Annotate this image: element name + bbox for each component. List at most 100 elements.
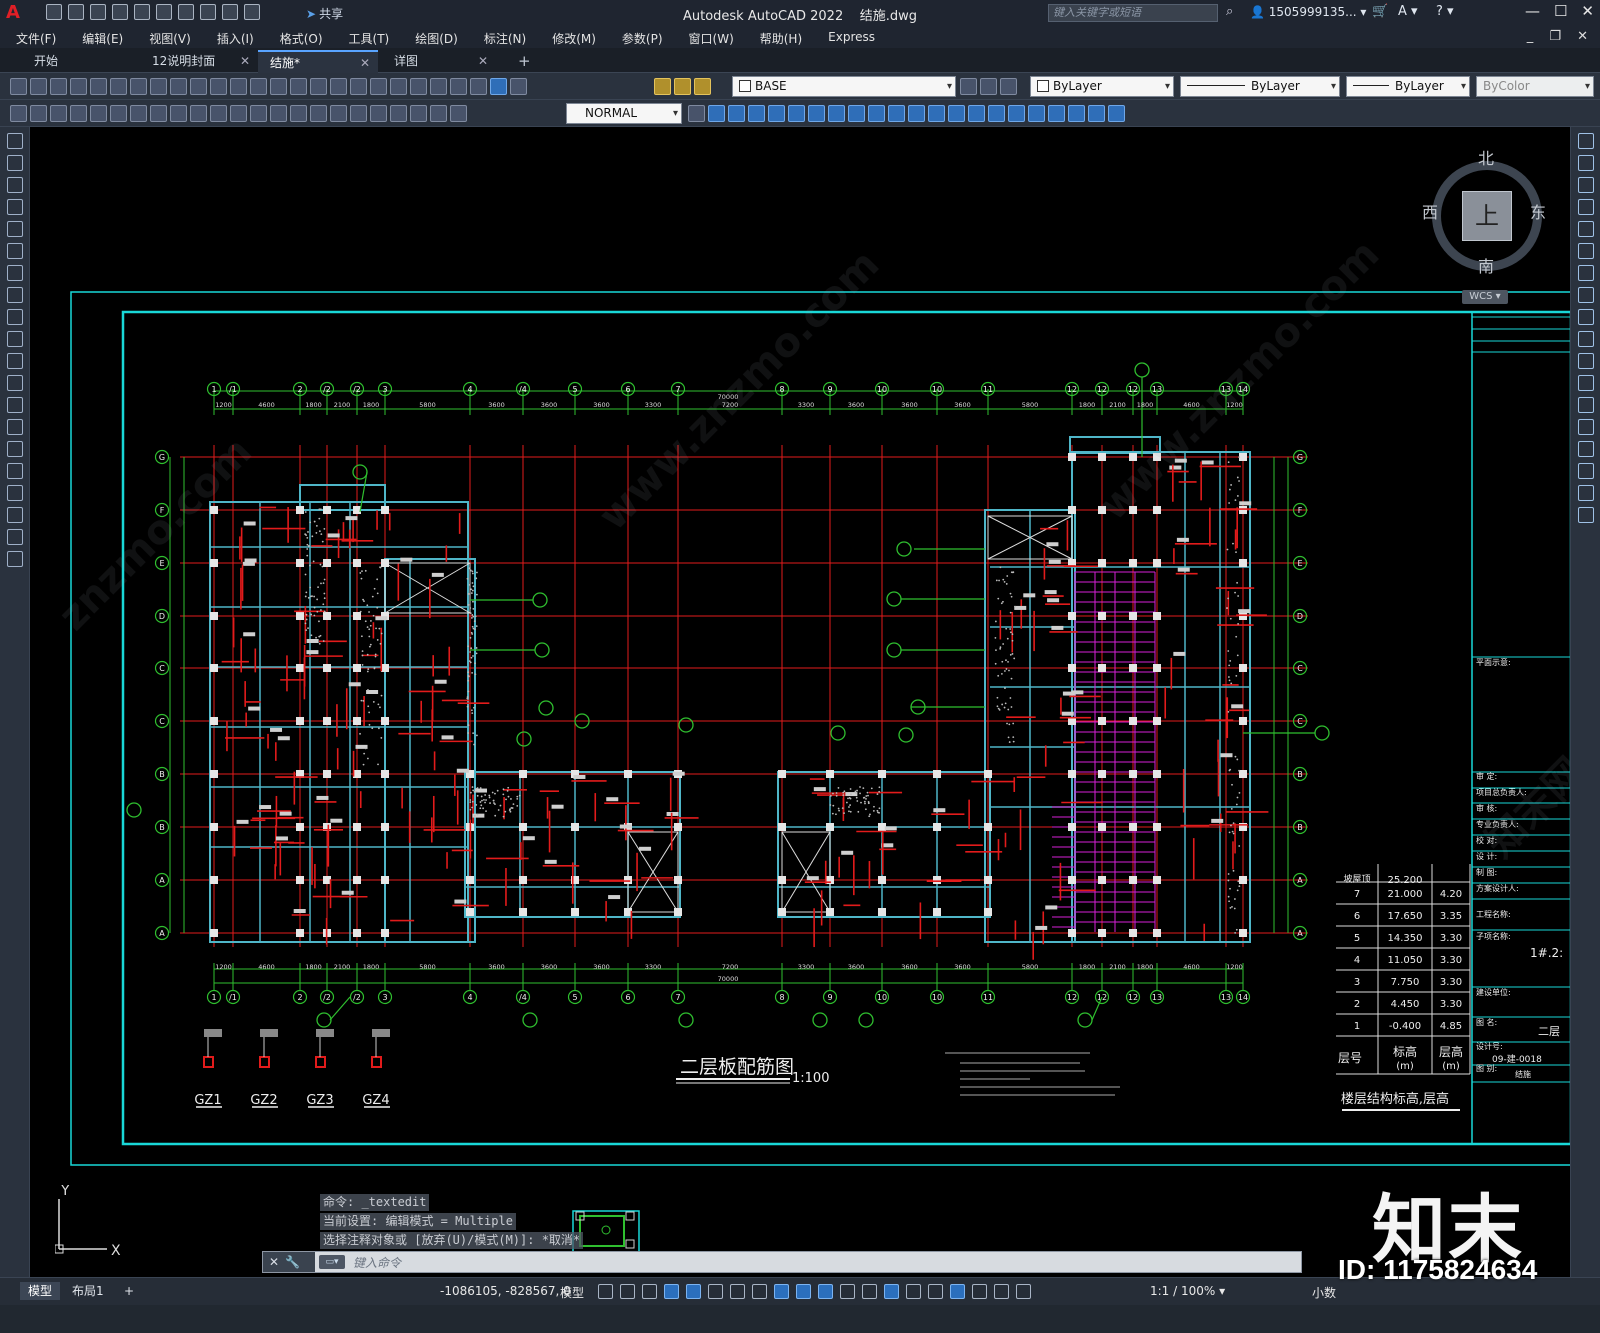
polar-icon[interactable] — [708, 1284, 723, 1299]
copy-object-icon[interactable] — [728, 105, 745, 122]
save-as-icon[interactable] — [112, 4, 128, 20]
gradient-icon[interactable] — [7, 463, 23, 479]
layer-icon[interactable] — [10, 105, 27, 122]
new-tab-button[interactable]: + — [506, 50, 536, 73]
layer-dropdown[interactable]: BASE ▾ — [732, 76, 956, 97]
menu-item[interactable]: 帮助(H) — [760, 30, 802, 47]
publish-icon[interactable] — [110, 78, 127, 95]
isodraft-icon[interactable] — [730, 1284, 745, 1299]
menu-item[interactable]: 插入(I) — [217, 30, 254, 47]
publish-icon[interactable] — [156, 4, 172, 20]
trim-icon[interactable] — [888, 105, 905, 122]
inspect-icon[interactable] — [370, 105, 387, 122]
print-icon[interactable] — [70, 78, 87, 95]
join-icon[interactable] — [1578, 419, 1594, 435]
maximize-icon[interactable]: ☐ — [1554, 2, 1567, 20]
sheet-set-icon[interactable] — [430, 78, 447, 95]
tab-model[interactable]: 模型 — [20, 1282, 61, 1300]
menu-item[interactable]: 参数(P) — [622, 30, 663, 47]
command-line-controls[interactable]: ✕🔧 — [263, 1252, 315, 1272]
layer-off-icon[interactable] — [50, 105, 67, 122]
extend-icon[interactable] — [1578, 353, 1594, 369]
quick-dim-icon[interactable] — [230, 105, 247, 122]
menu-item[interactable]: 视图(V) — [149, 30, 191, 47]
help-icon[interactable]: ? ▾ — [1436, 4, 1454, 19]
break-point-icon[interactable] — [1578, 375, 1594, 391]
array-icon[interactable] — [788, 105, 805, 122]
cut-icon[interactable] — [150, 78, 167, 95]
paste-icon[interactable] — [190, 78, 207, 95]
erase-icon[interactable] — [1578, 133, 1594, 149]
viewcube[interactable]: 上 北 南 西 东 WCS ▾ — [1422, 149, 1548, 309]
center-mark-icon[interactable] — [350, 105, 367, 122]
move-icon[interactable] — [808, 105, 825, 122]
menu-item[interactable]: 工具(T) — [349, 30, 390, 47]
draw-order-icon[interactable] — [1028, 105, 1045, 122]
point-icon[interactable] — [7, 419, 23, 435]
workspace-icon[interactable] — [244, 4, 260, 20]
undo-icon[interactable] — [200, 4, 216, 20]
dim-space-icon[interactable] — [290, 105, 307, 122]
baseline-icon[interactable] — [250, 105, 267, 122]
tab-layout1[interactable]: 布局1 — [64, 1282, 112, 1300]
workspace-icon[interactable] — [1016, 1284, 1031, 1299]
send-back-icon[interactable] — [1068, 105, 1085, 122]
close-icon[interactable]: ✕ — [478, 50, 488, 72]
diameter-icon[interactable] — [190, 105, 207, 122]
scale-icon[interactable] — [1578, 287, 1594, 303]
construction-line-icon[interactable] — [7, 155, 23, 171]
block-editor-icon[interactable] — [230, 78, 247, 95]
menu-item[interactable]: 格式(O) — [280, 30, 323, 47]
spline-icon[interactable] — [7, 309, 23, 325]
open-icon[interactable] — [68, 4, 84, 20]
coordinate-readout[interactable]: -1086105, -828567, 0 — [440, 1284, 571, 1298]
open-icon[interactable] — [30, 78, 47, 95]
ellipse-arc-icon[interactable] — [7, 353, 23, 369]
line-icon[interactable] — [7, 133, 23, 149]
tool-palettes-icon[interactable] — [410, 78, 427, 95]
explode-icon[interactable] — [1578, 507, 1594, 523]
extend-icon[interactable] — [908, 105, 925, 122]
command-line[interactable]: ✕🔧 ▭▾ 键入命令 — [262, 1251, 1302, 1273]
mirror-icon[interactable] — [748, 105, 765, 122]
zoom-previous-icon[interactable] — [350, 78, 367, 95]
search-input[interactable]: 键入关键字或短语 — [1048, 4, 1218, 22]
autodesk-a-icon[interactable]: A ▾ — [1398, 4, 1418, 19]
jogged-linear-icon[interactable] — [390, 105, 407, 122]
new-icon[interactable] — [46, 4, 62, 20]
share-button[interactable]: ➤ 共享 — [306, 5, 343, 22]
annotation-scale-icon[interactable] — [994, 1284, 1009, 1299]
preview-icon[interactable] — [90, 78, 107, 95]
design-center-icon[interactable] — [390, 78, 407, 95]
jogged-icon[interactable] — [170, 105, 187, 122]
undo-icon[interactable] — [250, 78, 267, 95]
zoom-window-icon[interactable] — [330, 78, 347, 95]
fillet-icon[interactable] — [988, 105, 1005, 122]
properties-icon[interactable] — [370, 78, 387, 95]
color-dropdown[interactable]: ByLayer ▾ — [1030, 76, 1174, 97]
dimstyle-dropdown[interactable]: NORMAL ▾ — [566, 103, 682, 124]
minimize-icon[interactable]: — — [1525, 2, 1540, 20]
wcs-menu[interactable]: WCS ▾ — [1462, 290, 1508, 304]
scale-icon[interactable] — [848, 105, 865, 122]
plotstyle-dropdown[interactable]: ByColor ▾ — [1476, 76, 1594, 97]
aligned-dim-icon[interactable] — [90, 105, 107, 122]
help-icon[interactable] — [490, 78, 507, 95]
stretch-icon[interactable] — [1578, 309, 1594, 325]
match-properties-icon[interactable] — [210, 78, 227, 95]
lock-icon[interactable] — [694, 78, 711, 95]
tab-start[interactable]: 开始 — [22, 50, 134, 73]
rotate-icon[interactable] — [1578, 265, 1594, 281]
snap-icon[interactable] — [620, 1284, 635, 1299]
offset-icon[interactable] — [768, 105, 785, 122]
table-icon[interactable] — [7, 507, 23, 523]
layer-iso-icon[interactable] — [30, 105, 47, 122]
trim-icon[interactable] — [1578, 331, 1594, 347]
lineweight-dropdown[interactable]: ByLayer ▾ — [1346, 76, 1470, 97]
auto-scale-icon[interactable] — [972, 1284, 987, 1299]
osnap-icon[interactable] — [774, 1284, 789, 1299]
menu-item[interactable]: 编辑(E) — [82, 30, 123, 47]
dim-update-icon[interactable] — [450, 105, 467, 122]
rotate-icon[interactable] — [828, 105, 845, 122]
close-icon[interactable]: ✕ — [360, 52, 370, 74]
